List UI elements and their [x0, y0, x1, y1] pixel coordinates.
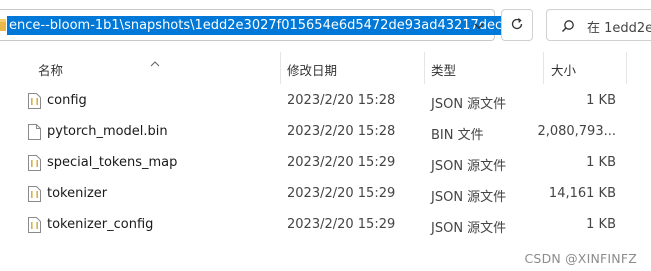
chevron-down-icon[interactable]	[469, 16, 489, 36]
search-icon	[561, 18, 575, 37]
watermark: CSDN @XINFINFZ	[524, 251, 637, 266]
blank-file-icon	[28, 124, 41, 144]
file-type: JSON 源文件	[431, 221, 507, 236]
json-file-icon	[28, 155, 41, 175]
file-size: 2,080,793...	[537, 124, 616, 139]
column-type-header[interactable]: 类型	[431, 60, 456, 79]
file-row[interactable]: special_tokens_map 2023/2/20 15:29 JSON …	[0, 148, 651, 179]
file-name: pytorch_model.bin	[47, 124, 168, 139]
file-type: BIN 文件	[431, 128, 484, 143]
column-header: 名称 修改日期 类型 大小	[0, 52, 651, 84]
column-divider[interactable]	[424, 52, 425, 84]
address-bar[interactable]: ence--bloom-1b1\snapshots\1edd2e3027f015…	[0, 9, 521, 41]
sort-ascending-icon	[150, 53, 160, 72]
file-name: tokenizer_config	[47, 217, 154, 232]
navigation-bar: ence--bloom-1b1\snapshots\1edd2e3027f015…	[0, 0, 651, 52]
file-date: 2023/2/20 15:29	[287, 217, 396, 232]
column-divider[interactable]	[626, 52, 627, 84]
search-box[interactable]: 在 1edd2e3	[546, 9, 651, 41]
json-file-icon	[28, 186, 41, 206]
json-file-icon	[28, 217, 41, 237]
refresh-icon	[510, 16, 524, 35]
file-type: JSON 源文件	[431, 190, 507, 205]
file-name: config	[47, 93, 87, 108]
column-divider[interactable]	[280, 52, 281, 84]
file-size: 1 KB	[586, 155, 616, 170]
refresh-button[interactable]	[501, 9, 533, 41]
file-row[interactable]: tokenizer 2023/2/20 15:29 JSON 源文件 14,16…	[0, 179, 651, 210]
column-name-header[interactable]: 名称	[38, 60, 63, 79]
column-divider[interactable]	[543, 52, 544, 84]
file-size: 14,161 KB	[548, 186, 616, 201]
search-placeholder: 在 1edd2e3	[587, 21, 651, 36]
folder-icon	[0, 17, 6, 32]
file-date: 2023/2/20 15:29	[287, 186, 396, 201]
file-type: JSON 源文件	[431, 97, 507, 112]
file-size: 1 KB	[586, 217, 616, 232]
file-row[interactable]: tokenizer_config 2023/2/20 15:29 JSON 源文…	[0, 210, 651, 241]
file-date: 2023/2/20 15:28	[287, 124, 396, 139]
file-date: 2023/2/20 15:29	[287, 155, 396, 170]
file-size: 1 KB	[586, 93, 616, 108]
file-date: 2023/2/20 15:28	[287, 93, 396, 108]
column-size-header[interactable]: 大小	[551, 60, 576, 79]
file-row[interactable]: config 2023/2/20 15:28 JSON 源文件 1 KB	[0, 86, 651, 117]
file-row[interactable]: pytorch_model.bin 2023/2/20 15:28 BIN 文件…	[0, 117, 651, 148]
address-path-text[interactable]: ence--bloom-1b1\snapshots\1edd2e3027f015…	[7, 16, 521, 35]
column-date-header[interactable]: 修改日期	[287, 60, 337, 79]
json-file-icon	[28, 93, 41, 113]
file-name: special_tokens_map	[47, 155, 178, 170]
file-name: tokenizer	[47, 186, 108, 201]
file-type: JSON 源文件	[431, 159, 507, 174]
